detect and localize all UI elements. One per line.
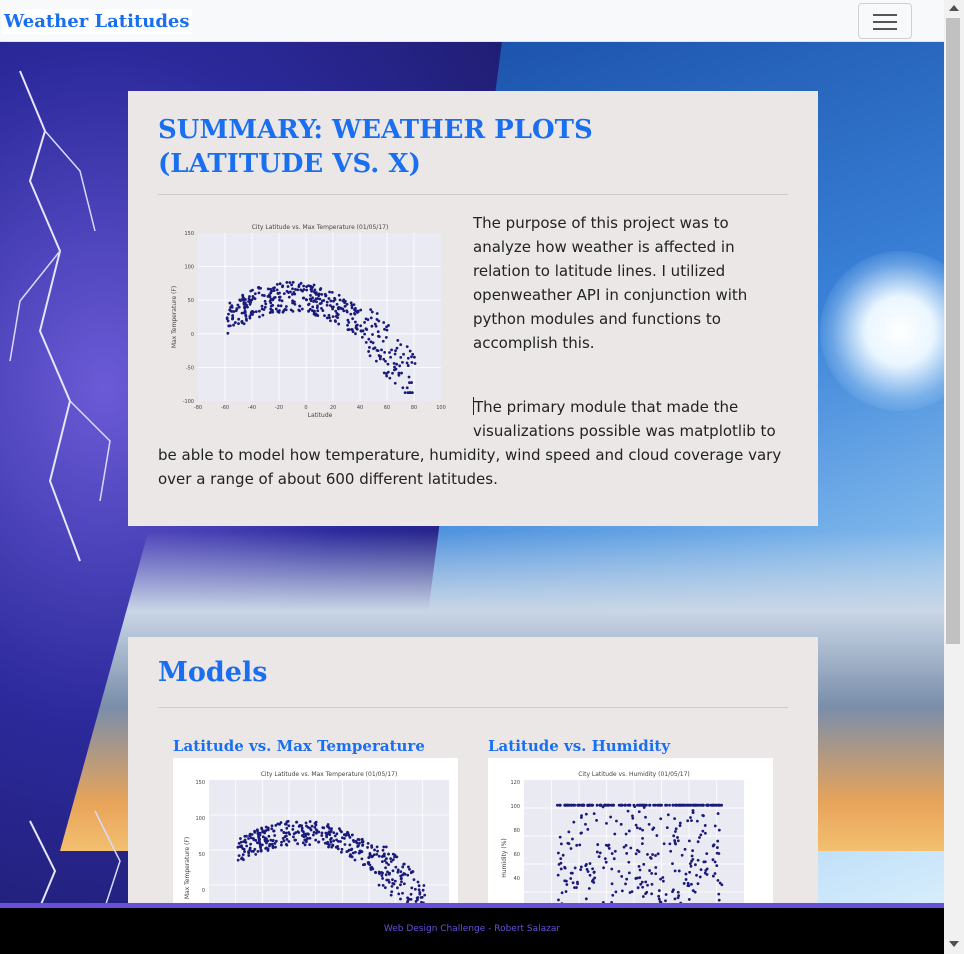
models-panel: Models Latitude vs. Max Temperature City… <box>128 637 818 907</box>
x-tick-label: 40 <box>357 405 363 411</box>
humidity-scatter-plot: City Latitude vs. Humidity (01/05/17) Hu… <box>501 771 744 907</box>
x-tick-label: 80 <box>411 405 417 411</box>
y-tick-label: 80 <box>514 828 520 834</box>
x-tick-label: -40 <box>248 405 256 411</box>
x-tick-label: 20 <box>330 405 336 411</box>
summary-panel: SUMMARY: WEATHER PLOTS (LATITUDE VS. X) … <box>128 91 818 526</box>
scroll-up-arrow-icon[interactable] <box>949 5 959 11</box>
y-tick-label: 100 <box>510 804 520 810</box>
models-title: Models <box>158 657 268 688</box>
y-tick-label: -50 <box>186 365 194 371</box>
y-tick-label: 0 <box>202 888 205 894</box>
model-title-humidity[interactable]: Latitude vs. Humidity <box>488 737 670 755</box>
scroll-down-arrow-icon[interactable] <box>949 941 959 947</box>
model-image-max-temp[interactable]: City Latitude vs. Max Temperature (01/05… <box>173 758 458 907</box>
y-tick-label: 40 <box>514 876 520 882</box>
navbar: Weather Latitudes <box>0 0 944 42</box>
y-tick-label: 60 <box>514 852 520 858</box>
y-tick-label: 120 <box>510 780 520 786</box>
brand-link[interactable]: Weather Latitudes <box>2 9 192 34</box>
summary-title: SUMMARY: WEATHER PLOTS (LATITUDE VS. X) <box>158 115 593 179</box>
y-tick-label: 150 <box>195 780 205 786</box>
scrollbar-thumb[interactable] <box>946 18 960 644</box>
svg-text:City Latitude vs. Max Temperat: City Latitude vs. Max Temperature (01/05… <box>261 771 398 778</box>
svg-text:Humidity (%): Humidity (%) <box>501 838 508 878</box>
max-temp-scatter-plot: City Latitude vs. Max Temperature (01/05… <box>184 771 449 907</box>
svg-text:Max Temperature (F): Max Temperature (F) <box>184 837 191 899</box>
summary-plot-image: City Latitude vs. Max Temperature (01/05… <box>158 211 472 427</box>
svg-text:City Latitude vs. Max Temperat: City Latitude vs. Max Temperature (01/05… <box>252 224 389 231</box>
y-tick-label: 100 <box>184 265 194 271</box>
y-tick-label: 0 <box>191 332 194 338</box>
footer: Web Design Challenge - Robert Salazar <box>0 908 944 954</box>
y-tick-label: 150 <box>184 231 194 237</box>
svg-text:Max Temperature (F): Max Temperature (F) <box>171 286 178 348</box>
models-divider <box>158 707 788 708</box>
y-tick-label: 50 <box>199 852 205 858</box>
summary-divider <box>158 194 788 195</box>
y-tick-label: -100 <box>183 399 194 405</box>
footer-text: Web Design Challenge - Robert Salazar <box>383 924 561 934</box>
x-tick-label: 60 <box>384 405 390 411</box>
summary-scatter-plot: City Latitude vs. Max Temperature (01/05… <box>171 224 446 419</box>
hamburger-icon <box>873 14 897 16</box>
model-image-humidity[interactable]: City Latitude vs. Humidity (01/05/17) Hu… <box>488 758 773 907</box>
model-title-max-temp[interactable]: Latitude vs. Max Temperature <box>173 737 425 755</box>
y-tick-label: 100 <box>195 816 205 822</box>
x-tick-label: -20 <box>275 405 283 411</box>
navbar-toggler-button[interactable] <box>858 3 912 39</box>
x-tick-label: 0 <box>304 405 307 411</box>
svg-text:City Latitude vs. Humidity (01: City Latitude vs. Humidity (01/05/17) <box>578 771 690 778</box>
x-tick-label: 100 <box>436 405 446 411</box>
summary-body: City Latitude vs. Max Temperature (01/05… <box>158 211 788 491</box>
x-tick-label: -80 <box>194 405 202 411</box>
x-tick-label: -60 <box>221 405 229 411</box>
svg-text:Latitude: Latitude <box>308 412 333 419</box>
y-tick-label: 50 <box>188 298 194 304</box>
